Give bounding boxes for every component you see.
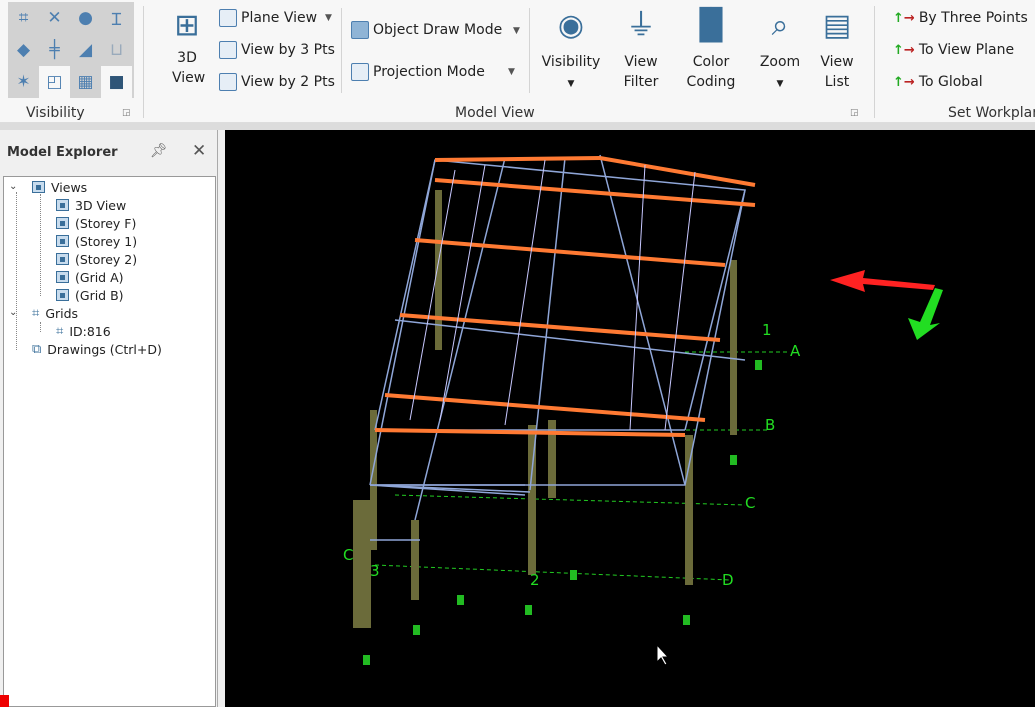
model-tree: ⌄ Views 3D View (Storey F) (Storey 1) (S… — [3, 176, 216, 707]
visibility-dropdown[interactable]: ◉ Visibility ▼ — [540, 8, 602, 94]
model-canvas[interactable]: A B C D 1 2 3 C — [225, 130, 1035, 707]
chevron-down-icon[interactable]: ▼ — [325, 13, 332, 23]
view-icon — [56, 271, 69, 283]
grid-label-1: 1 — [762, 321, 772, 339]
collapse-icon[interactable]: ⌄ — [9, 181, 17, 192]
ribbon: ⌗ ✕ ● Ɪ ◆ ╪ ◢ ⊔ ✶ ◰ ▦ ■ Visibility ◲ ⊞ 3… — [0, 0, 1035, 123]
view-icon — [56, 217, 69, 229]
tree-node-view[interactable]: (Storey 1) — [56, 232, 137, 250]
grid-label-c: C — [745, 494, 755, 512]
region-icon[interactable]: ◰ — [39, 66, 70, 98]
tree-node-views[interactable]: Views — [32, 178, 87, 196]
workplane-axes-icon: ↑→ — [893, 42, 915, 58]
color-coding-icon: ▐▌ — [687, 8, 735, 43]
collapse-icon[interactable]: ⌄ — [9, 307, 17, 318]
tree-node-view[interactable]: (Grid A) — [56, 268, 124, 286]
grid-icon: ⌗ — [32, 305, 40, 321]
tree-node-drawings[interactable]: ⧉ Drawings (Ctrl+D) — [32, 340, 162, 358]
model-explorer-panel: Model Explorer 📌︎ ✕ ⌄ Views 3D View (Sto… — [0, 130, 218, 707]
view-by-2-pts-button[interactable]: View by 2 Pts — [219, 73, 335, 91]
drawings-icon: ⧉ — [32, 341, 42, 357]
slab-icon[interactable]: ◆ — [8, 34, 39, 66]
axis-icon[interactable]: ✶ — [8, 66, 39, 98]
3d-view-button[interactable]: ⊞ 3D View — [165, 8, 209, 88]
x-axis-arrow — [830, 270, 935, 292]
chevron-down-icon[interactable]: ▼ — [513, 26, 520, 36]
cube-icon — [219, 41, 237, 59]
close-icon[interactable]: ✕ — [192, 141, 206, 161]
global-axes — [830, 270, 943, 340]
to-view-plane-button[interactable]: ↑→ To View Plane — [893, 42, 1014, 58]
foundation-icon[interactable]: ⊔ — [101, 34, 132, 66]
view-icon — [56, 199, 69, 211]
panel-title: Model Explorer — [7, 145, 118, 160]
tree-node-view[interactable]: 3D View — [56, 196, 126, 214]
view-list-dropdown[interactable]: ▤ View List — [815, 8, 859, 92]
view-icon — [56, 253, 69, 265]
sphere-icon[interactable]: ● — [70, 2, 101, 34]
visibility-toggle-grid: ⌗ ✕ ● Ɪ ◆ ╪ ◢ ⊔ ✶ ◰ ▦ ■ — [8, 2, 134, 98]
grid-label-a: A — [790, 342, 801, 360]
status-marker — [0, 695, 9, 707]
grid-label-b: B — [765, 416, 775, 434]
color-coding-dropdown[interactable]: ▐▌ Color Coding — [680, 8, 742, 92]
plane-view-button[interactable]: Plane View — [219, 9, 317, 27]
panel-icon[interactable]: ▦ — [70, 66, 101, 98]
zoom-icon: ⌕ — [771, 8, 789, 43]
view-icon — [32, 181, 45, 193]
eye-icon: ◉ — [557, 8, 585, 43]
ribbon-divider — [0, 123, 1035, 130]
purlins — [409, 159, 696, 431]
mouse-cursor — [656, 643, 670, 666]
two-points-icon — [219, 73, 237, 91]
tree-node-view[interactable]: (Grid B) — [56, 286, 124, 304]
workplane-axes-icon: ↑→ — [893, 74, 915, 90]
cube-icon — [351, 63, 369, 81]
cross-icon[interactable]: ✕ — [39, 2, 70, 34]
model-view-group-label: Model View — [455, 105, 535, 121]
by-three-points-button[interactable]: ↑→ By Three Points — [893, 10, 1028, 26]
tree-node-view[interactable]: (Storey 2) — [56, 250, 137, 268]
view-icon — [56, 289, 69, 301]
dialog-launcher-icon[interactable]: ◲ — [850, 108, 859, 118]
to-global-button[interactable]: ↑→ To Global — [893, 74, 983, 90]
grid-label-2: 2 — [530, 571, 540, 589]
grid-label-d: D — [722, 571, 734, 589]
view-filter-dropdown[interactable]: ⏚ View Filter — [615, 8, 667, 92]
visibility-group-label: Visibility — [26, 105, 85, 121]
tree-node-grids[interactable]: ⌗ Grids — [32, 304, 78, 322]
solid-icon[interactable]: ■ — [101, 66, 132, 98]
object-draw-mode-dropdown[interactable]: Object Draw Mode — [351, 21, 502, 39]
grid-lines — [374, 351, 790, 581]
pin-icon[interactable]: 📌︎ — [150, 143, 168, 159]
view-list-icon: ▤ — [822, 8, 852, 43]
grid-icon: ⌗ — [56, 323, 64, 339]
grid-label-c-left: C — [343, 546, 353, 564]
3d-frame-icon: ⊞ — [174, 8, 200, 43]
3d-viewport[interactable]: A B C D 1 2 3 C — [225, 130, 1035, 707]
zoom-dropdown[interactable]: ⌕ Zoom ▼ — [755, 8, 805, 94]
grid-node-icon[interactable]: ⌗ — [8, 2, 39, 34]
set-workplane-group-label: Set Workplane — [948, 105, 1035, 121]
tree-node-grid[interactable]: ⌗ ID:816 — [56, 322, 111, 340]
filter-icon: ⏚ — [626, 8, 656, 43]
workplane-axes-icon: ↑→ — [893, 10, 915, 26]
grid-bubbles — [363, 360, 762, 665]
chevron-down-icon[interactable]: ▼ — [508, 67, 515, 77]
i-beam-icon[interactable]: Ɪ — [101, 2, 132, 34]
tree-node-view[interactable]: (Storey F) — [56, 214, 136, 232]
y-axis-arrow — [908, 288, 943, 340]
column-icon[interactable]: ╪ — [39, 34, 70, 66]
grid-label-3: 3 — [370, 562, 380, 580]
dialog-launcher-icon[interactable]: ◲ — [122, 108, 131, 118]
cube-icon — [219, 9, 237, 27]
projection-mode-dropdown[interactable]: Projection Mode — [351, 63, 485, 81]
view-icon — [56, 235, 69, 247]
angle-icon[interactable]: ◢ — [70, 34, 101, 66]
solid-cube-icon — [351, 21, 369, 39]
view-by-3-pts-button[interactable]: View by 3 Pts — [219, 41, 335, 59]
